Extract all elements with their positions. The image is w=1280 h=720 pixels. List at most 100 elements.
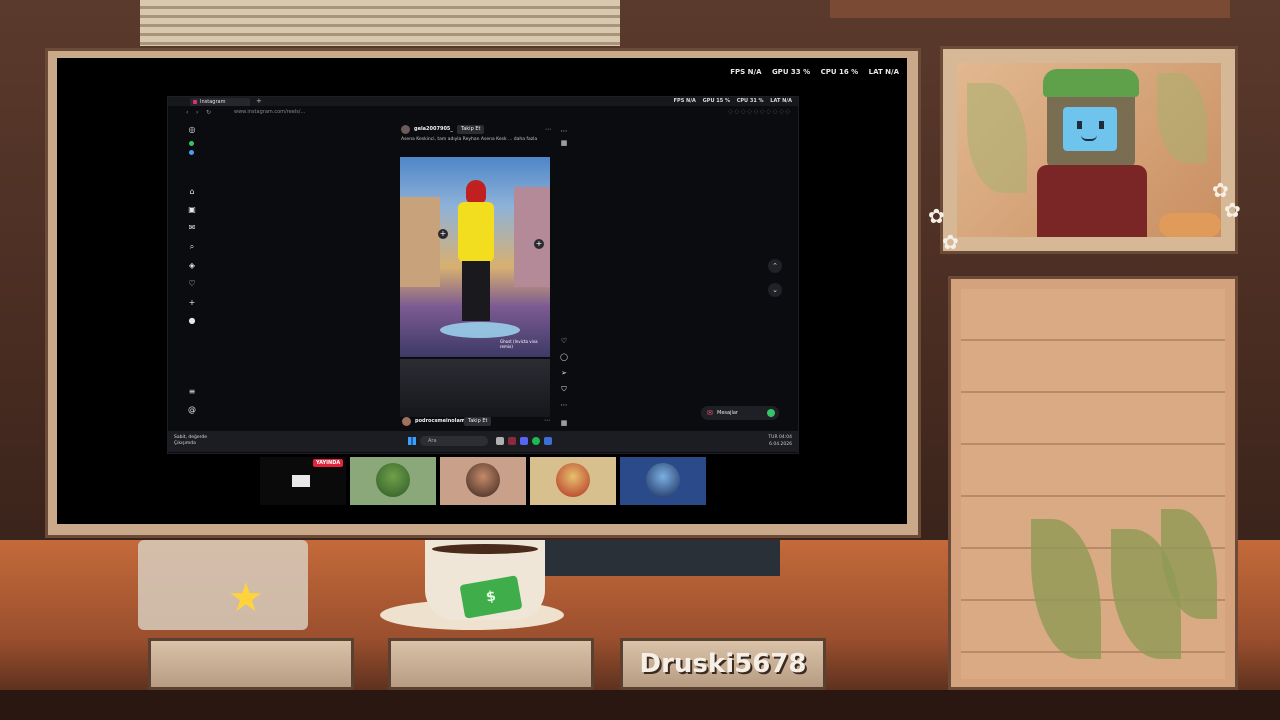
reel-username[interactable]: gela2007905_ bbox=[414, 126, 453, 132]
taskbar-search[interactable]: Ara bbox=[420, 436, 488, 446]
back-arrow-icon[interactable]: ‹ bbox=[186, 107, 188, 118]
cat-sleeping bbox=[1159, 213, 1221, 237]
plus-icon: + bbox=[438, 229, 448, 239]
system-tray[interactable]: TUR 04:04 6.04.2026 bbox=[768, 434, 792, 448]
keyboard bbox=[520, 540, 780, 576]
follow-button[interactable]: Takip Et bbox=[457, 125, 485, 134]
character-eye bbox=[1099, 121, 1104, 129]
fps-stat: FPS N/A bbox=[730, 68, 762, 76]
star-icon: ★ bbox=[228, 575, 264, 621]
empty-plate bbox=[388, 638, 594, 690]
live-badge: YAYINDA bbox=[313, 459, 344, 467]
reel-video[interactable]: + + Ghost (Invicta viva remix) bbox=[400, 157, 550, 357]
messages-label: Mesajlar bbox=[717, 410, 738, 416]
next-reel-video[interactable] bbox=[400, 359, 550, 417]
avatar[interactable] bbox=[401, 125, 410, 134]
next-reel-username[interactable]: podrocsmeinolam bbox=[415, 418, 465, 424]
more-options-icon[interactable]: ⋯ bbox=[544, 417, 550, 424]
new-tab-button[interactable]: + bbox=[256, 97, 262, 106]
reels-icon[interactable]: ▣ bbox=[185, 203, 199, 217]
instagram-favicon-icon bbox=[193, 100, 197, 104]
tab-title: Instagram bbox=[200, 99, 226, 105]
more-options-icon[interactable]: ⋯ bbox=[558, 125, 570, 137]
windows-start-icon[interactable] bbox=[408, 437, 416, 445]
performance-stats: FPS N/A GPU 33 % CPU 16 % LAT N/A bbox=[722, 68, 899, 76]
address-bar: ‹ › ↻ www.instagram.com/reels/... ◌◌◌◌◌◌… bbox=[168, 107, 798, 118]
messages-button[interactable]: ✉ Mesajlar bbox=[701, 406, 779, 420]
participant-tile[interactable] bbox=[620, 457, 706, 505]
audio-thumb-icon[interactable]: ▦ bbox=[558, 417, 570, 429]
participant-tile-screen[interactable]: YAYINDA bbox=[260, 457, 346, 505]
browser-gpu-stat: GPU 15 % bbox=[702, 98, 730, 104]
threads-icon[interactable]: @ bbox=[185, 403, 199, 417]
messages-avatar bbox=[767, 409, 775, 417]
avatar bbox=[556, 463, 590, 497]
telegram-icon[interactable] bbox=[544, 437, 552, 445]
shelf bbox=[830, 0, 1230, 18]
status-dot-green bbox=[189, 141, 194, 146]
task-view-icon[interactable] bbox=[496, 437, 504, 445]
video-building bbox=[514, 187, 550, 287]
avatar bbox=[376, 463, 410, 497]
profile-icon[interactable]: ● bbox=[185, 314, 199, 328]
browser-latency-stat: LAT N/A bbox=[770, 98, 792, 104]
leaf-decoration bbox=[967, 83, 1027, 193]
avatar bbox=[646, 463, 680, 497]
app-icon[interactable] bbox=[508, 437, 516, 445]
instagram-sidebar: ◎ ⌂ ▣ ✉ ⌕ ◈ ♡ + ● ≡ @ bbox=[185, 123, 199, 423]
menu-icon[interactable]: ≡ bbox=[185, 385, 199, 399]
tab-instagram[interactable]: Instagram bbox=[190, 98, 250, 106]
audio-thumb-icon[interactable]: ▦ bbox=[558, 137, 570, 149]
discord-icon[interactable] bbox=[520, 437, 528, 445]
cpu-stat: CPU 16 % bbox=[820, 68, 859, 76]
video-character-legs bbox=[462, 261, 490, 321]
follow-button[interactable]: Takip Et bbox=[464, 417, 492, 426]
forward-arrow-icon[interactable]: › bbox=[196, 107, 198, 118]
weather-widget[interactable]: Sabit, değerde Çıkışımda bbox=[174, 435, 207, 447]
character-cap bbox=[1043, 69, 1139, 97]
video-platform bbox=[440, 322, 520, 338]
shared-screen: FPS N/A GPU 33 % CPU 16 % LAT N/A Instag… bbox=[57, 58, 907, 524]
create-icon[interactable]: + bbox=[185, 296, 199, 310]
more-options-icon[interactable]: ⋯ bbox=[558, 399, 570, 411]
browser-performance-stats: FPS N/A GPU 15 % CPU 31 % LAT N/A bbox=[669, 98, 792, 104]
flower-icon: ✿ bbox=[1224, 198, 1241, 222]
coffee bbox=[432, 544, 538, 554]
home-icon[interactable]: ⌂ bbox=[185, 185, 199, 199]
desk-edge bbox=[0, 690, 1280, 720]
gpu-stat: GPU 33 % bbox=[771, 68, 811, 76]
language-indicator: TUR bbox=[768, 435, 778, 440]
search-icon[interactable]: ⌕ bbox=[185, 240, 199, 254]
avatar bbox=[466, 463, 500, 497]
more-options-icon[interactable]: ⋯ bbox=[545, 126, 551, 133]
browser-fps-stat: FPS N/A bbox=[673, 98, 696, 104]
instagram-logo-icon[interactable]: ◎ bbox=[185, 123, 199, 137]
comment-icon[interactable]: ◯ bbox=[558, 351, 570, 363]
spotify-icon[interactable] bbox=[532, 437, 540, 445]
scroll-up-button[interactable]: ⌃ bbox=[768, 259, 782, 273]
avatar[interactable] bbox=[402, 417, 411, 426]
video-character-body bbox=[458, 202, 494, 262]
flower-icon: ✿ bbox=[942, 230, 959, 254]
window-blinds bbox=[140, 0, 620, 46]
plus-icon: + bbox=[534, 239, 544, 249]
character-hoodie bbox=[1037, 165, 1147, 237]
share-icon[interactable]: ➢ bbox=[558, 367, 570, 379]
heart-icon[interactable]: ♡ bbox=[185, 277, 199, 291]
scroll-down-button[interactable]: ⌄ bbox=[768, 283, 782, 297]
like-icon[interactable]: ♡ bbox=[558, 335, 570, 347]
audio-tag[interactable]: Ghost (Invicta viva remix) bbox=[500, 339, 550, 349]
windows-taskbar: Sabit, değerde Çıkışımda Ara TUR 04:04 6… bbox=[168, 431, 798, 452]
participant-tile[interactable] bbox=[530, 457, 616, 505]
participant-tile[interactable] bbox=[350, 457, 436, 505]
reel-caption[interactable]: Asena Keskinci, tam adıyla Reyhan Asena … bbox=[401, 137, 537, 142]
chat-wood-background bbox=[961, 289, 1225, 679]
reload-icon[interactable]: ↻ bbox=[206, 107, 211, 118]
save-icon[interactable]: ⛉ bbox=[558, 383, 570, 395]
explore-icon[interactable]: ◈ bbox=[185, 259, 199, 273]
messages-icon[interactable]: ✉ bbox=[185, 221, 199, 235]
extension-icons[interactable]: ◌◌◌◌◌◌◌◌◌◌ bbox=[728, 108, 792, 117]
participant-tile[interactable] bbox=[440, 457, 526, 505]
latency-stat: LAT N/A bbox=[868, 68, 899, 76]
url-field[interactable]: www.instagram.com/reels/... bbox=[234, 108, 305, 117]
